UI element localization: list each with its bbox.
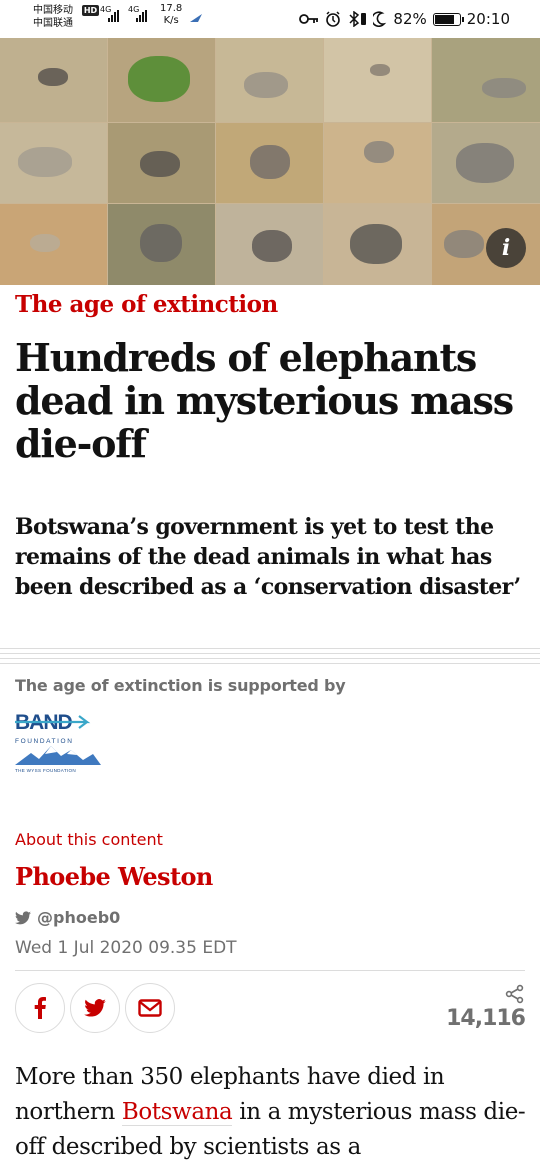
hd-badge: HD xyxy=(82,5,99,16)
publish-date: Wed 1 Jul 2020 09.35 EDT xyxy=(15,938,237,958)
aerial-photo xyxy=(0,204,107,285)
aerial-photo xyxy=(0,38,107,122)
sponsor-logo-sub: FOUNDATION xyxy=(15,738,74,745)
aerial-photo xyxy=(108,204,215,285)
battery-percent: 82% xyxy=(393,10,427,28)
alarm-icon xyxy=(326,11,341,27)
article-body: More than 350 elephants have died in nor… xyxy=(15,1060,530,1165)
series-label[interactable]: The age of extinction xyxy=(15,291,278,318)
bluetooth-icon xyxy=(349,11,367,27)
aerial-photo xyxy=(216,38,323,122)
aerial-photo xyxy=(432,123,540,203)
aerial-photo xyxy=(108,123,215,203)
author-byline[interactable]: Phoebe Weston xyxy=(15,862,213,891)
divider xyxy=(0,648,540,666)
aerial-photo xyxy=(324,204,431,285)
aerial-photo xyxy=(432,38,540,122)
share-email-button[interactable] xyxy=(125,983,175,1033)
aerial-photo xyxy=(324,38,431,122)
share-icon xyxy=(505,984,524,1004)
aerial-photo xyxy=(108,38,215,122)
facebook-icon xyxy=(34,997,46,1019)
status-bar: 中国移动 中国联通 HD 4G 4G 17.8 K/s 82% 20:10 xyxy=(0,0,540,38)
share-twitter-button[interactable] xyxy=(70,983,120,1033)
share-count: 14,116 xyxy=(446,1006,526,1031)
twitter-handle-link[interactable]: @phoeb0 xyxy=(15,908,120,927)
carrier-1: 中国移动 xyxy=(33,5,73,16)
clock: 20:10 xyxy=(466,10,510,28)
app-notification-icon xyxy=(190,14,202,22)
carrier-labels: 中国移动 中国联通 xyxy=(33,4,73,30)
headline: Hundreds of elephants dead in mysterious… xyxy=(15,335,514,466)
battery-icon xyxy=(432,12,464,26)
signal-bars-icon xyxy=(136,10,150,22)
aerial-photo xyxy=(216,123,323,203)
twitter-handle: @phoeb0 xyxy=(37,908,121,927)
carrier-2: 中国联通 xyxy=(33,18,73,29)
info-icon[interactable]: i xyxy=(486,228,526,268)
network-speed: 17.8 K/s xyxy=(160,3,182,27)
email-icon xyxy=(138,999,162,1017)
speed-unit: K/s xyxy=(163,15,179,26)
botswana-link[interactable]: Botswana xyxy=(121,1099,233,1126)
status-right: 82% 20:10 xyxy=(299,8,510,30)
sponsor-logo-caption: THE WYSS FOUNDATION xyxy=(15,768,76,773)
key-icon xyxy=(299,14,319,24)
moon-icon xyxy=(373,11,387,27)
twitter-bird-icon xyxy=(15,910,31,924)
speed-value: 17.8 xyxy=(160,3,183,14)
sponsor-logo[interactable]: BAND FOUNDATION THE WYSS FOUNDATION xyxy=(15,710,105,774)
share-facebook-button[interactable] xyxy=(15,983,65,1033)
aerial-photo xyxy=(0,123,107,203)
aerial-photo xyxy=(216,204,323,285)
divider xyxy=(15,970,525,971)
supported-by-label: The age of extinction is supported by xyxy=(15,676,346,695)
hero-image[interactable] xyxy=(0,38,540,285)
aerial-photo xyxy=(324,123,431,203)
twitter-icon xyxy=(84,999,106,1017)
signal-bars-icon xyxy=(108,10,122,22)
standfirst: Botswana’s government is yet to test the… xyxy=(15,514,521,600)
about-this-content-link[interactable]: About this content xyxy=(15,830,163,849)
